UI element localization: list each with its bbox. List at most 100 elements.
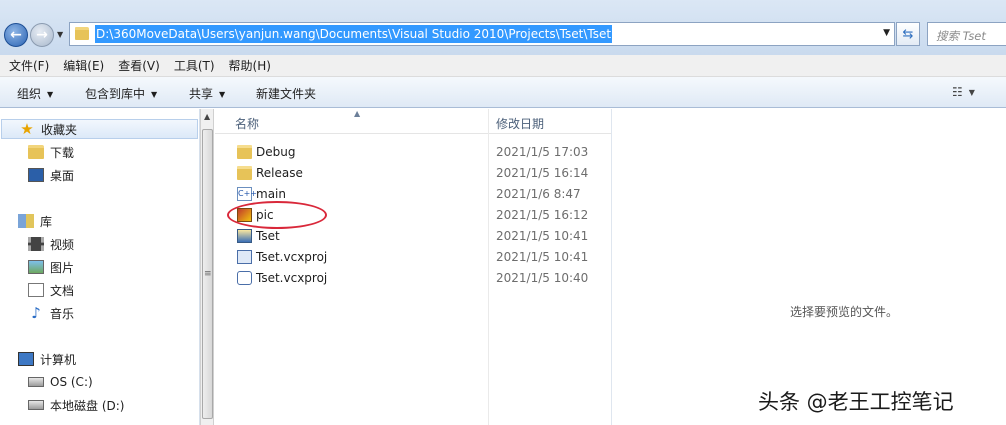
folder-icon [237,145,252,159]
nav-item-videos[interactable]: 视频 [28,234,74,254]
library-icon [18,214,34,228]
folder-icon [75,27,89,40]
include-in-library-label: 包含到库中 [85,87,146,101]
watermark: 头条 @老王工控笔记 [758,390,954,414]
nav-label: 下载 [50,145,75,160]
menu-help[interactable]: 帮助(H) [229,57,271,74]
nav-label: 音乐 [50,306,75,321]
star-icon: ★ [20,120,34,138]
preview-message: 选择要预览的文件。 [790,305,899,319]
chevron-down-icon: ▼ [47,90,54,99]
file-row-vcxproj-filters[interactable]: Tset.vcxproj 2021/1/5 10:40 [215,268,611,289]
cpp-file-icon: C++ [237,187,257,201]
nav-item-documents[interactable]: 文档 [28,280,74,300]
share-label: 共享 [189,87,214,101]
nav-label: 桌面 [50,168,75,183]
file-name: main [256,187,286,201]
file-date: 2021/1/5 16:12 [496,208,589,222]
file-date: 2021/1/5 16:14 [496,166,589,180]
navigation-pane: ★ 收藏夹 下载 桌面 库 视频 图片 文档 ♪ 音乐 计算机 OS (C:) … [0,109,200,425]
include-in-library-button[interactable]: 包含到库中 ▼ [85,85,157,102]
menu-file[interactable]: 文件(F) [9,57,49,74]
computer-icon [18,352,34,366]
recent-pages-dropdown[interactable]: ▼ [57,30,63,39]
menu-edit[interactable]: 编辑(E) [63,57,104,74]
desktop-icon [28,168,44,182]
file-date: 2021/1/5 10:41 [496,250,589,264]
music-note-icon: ♪ [31,304,41,322]
chevron-down-icon: ▼ [968,88,975,97]
pane-splitter-scrollbar[interactable]: ▲ ≡ [200,109,214,425]
nav-label: 收藏夹 [41,122,78,137]
nav-label: 库 [40,214,53,229]
nav-label: 文档 [50,283,75,298]
change-view-button[interactable]: ☷ ▼ [952,85,975,99]
address-history-dropdown[interactable]: ▼ [883,28,890,38]
search-input[interactable]: 搜索 Tset [927,22,1006,46]
organize-button[interactable]: 组织 ▼ [17,85,53,102]
downloads-folder-icon [28,145,44,159]
nav-item-drive-c[interactable]: OS (C:) [28,372,93,392]
sort-ascending-icon: ▲ [354,109,361,118]
address-field[interactable]: D:\360MoveData\Users\yanjun.wang\Documen… [69,22,895,46]
address-path[interactable]: D:\360MoveData\Users\yanjun.wang\Documen… [95,25,613,43]
new-folder-button[interactable]: 新建文件夹 [256,85,316,102]
back-arrow-icon: ← [10,27,22,43]
file-name: Debug [256,145,296,159]
chevron-down-icon: ▼ [219,90,226,99]
column-header-date[interactable]: 修改日期 [496,115,544,132]
nav-item-music[interactable]: ♪ 音乐 [28,303,74,323]
file-row-vcxproj[interactable]: Tset.vcxproj 2021/1/5 10:41 [215,247,611,268]
address-bar-row: ← → ▼ D:\360MoveData\Users\yanjun.wang\D… [0,0,1006,55]
nav-item-drive-d[interactable]: 本地磁盘 (D:) [28,395,124,415]
file-name: Tset.vcxproj [256,250,328,264]
chevron-down-icon: ▼ [151,90,158,99]
file-row-debug[interactable]: Debug 2021/1/5 17:03 [215,142,611,163]
picture-icon [28,260,44,274]
menu-view[interactable]: 查看(V) [118,57,160,74]
video-icon [28,237,44,251]
drive-icon [28,377,44,387]
scroll-up-icon[interactable]: ▲ [204,112,210,121]
nav-item-downloads[interactable]: 下载 [28,142,74,162]
nav-item-libraries[interactable]: 库 [18,211,52,231]
file-date: 2021/1/5 17:03 [496,145,589,159]
folder-icon [237,166,252,180]
view-list-icon: ☷ [952,85,963,99]
annotation-circle [227,201,327,229]
column-header-name[interactable]: 名称 [235,115,259,132]
column-header-row: ▲ 名称 修改日期 [215,109,611,134]
nav-item-computer[interactable]: 计算机 [18,349,76,369]
menu-tools[interactable]: 工具(T) [174,57,215,74]
file-list: ▲ 名称 修改日期 Debug 2021/1/5 17:03 Release 2… [215,109,611,425]
forward-button[interactable]: → [30,23,54,47]
file-name: Release [256,166,303,180]
exe-file-icon [237,229,252,243]
refresh-button[interactable]: ⇆ [896,22,920,46]
file-name: Tset [256,229,280,243]
new-folder-label: 新建文件夹 [256,87,317,101]
nav-label: 图片 [50,260,75,275]
document-icon [28,283,44,297]
nav-item-pictures[interactable]: 图片 [28,257,74,277]
back-button[interactable]: ← [4,23,28,47]
command-toolbar: 组织 ▼ 包含到库中 ▼ 共享 ▼ 新建文件夹 ☷ ▼ [0,77,1006,108]
vcxproj-file-icon [237,250,252,264]
preview-pane: 选择要预览的文件。 [612,109,1006,425]
file-row-release[interactable]: Release 2021/1/5 16:14 [215,163,611,184]
menu-bar: 文件(F) 编辑(E) 查看(V) 工具(T) 帮助(H) [0,55,1006,77]
nav-item-favorites[interactable]: ★ 收藏夹 [1,119,198,139]
nav-item-desktop[interactable]: 桌面 [28,165,74,185]
refresh-icon: ⇆ [902,26,914,42]
search-placeholder: 搜索 Tset [936,29,986,43]
file-date: 2021/1/5 10:40 [496,271,589,285]
share-button[interactable]: 共享 ▼ [189,85,225,102]
nav-label: 计算机 [40,352,77,367]
drive-icon [28,400,44,410]
organize-label: 组织 [17,87,42,101]
nav-label: 视频 [50,237,75,252]
file-row-tset[interactable]: Tset 2021/1/5 10:41 [215,226,611,247]
vcxproj-filters-icon [237,271,252,285]
file-date: 2021/1/6 8:47 [496,187,581,201]
forward-arrow-icon: → [36,27,48,43]
